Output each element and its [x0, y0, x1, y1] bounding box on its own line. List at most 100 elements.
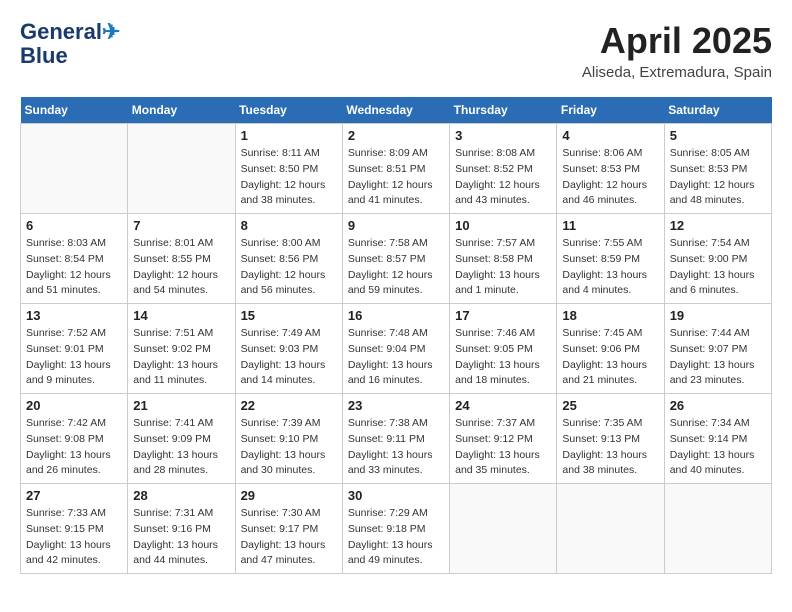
day-info: Sunrise: 7:30 AMSunset: 9:17 PMDaylight:…: [241, 506, 337, 569]
day-info: Sunrise: 7:38 AMSunset: 9:11 PMDaylight:…: [348, 416, 444, 479]
day-info: Sunrise: 7:46 AMSunset: 9:05 PMDaylight:…: [455, 326, 551, 389]
day-info: Sunrise: 8:05 AMSunset: 8:53 PMDaylight:…: [670, 146, 766, 209]
day-cell: 4Sunrise: 8:06 AMSunset: 8:53 PMDaylight…: [557, 124, 664, 214]
day-info: Sunrise: 7:35 AMSunset: 9:13 PMDaylight:…: [562, 416, 658, 479]
day-cell: 8Sunrise: 8:00 AMSunset: 8:56 PMDaylight…: [235, 214, 342, 304]
day-cell: 21 Sunrise: 7:41 AMSunset: 9:09 PMDayligh…: [128, 394, 235, 484]
day-info: Sunrise: 7:41 AMSunset: 9:09 PMDaylight:…: [133, 416, 229, 479]
day-cell: [128, 124, 235, 214]
day-number: 20: [26, 398, 122, 413]
day-cell: [557, 484, 664, 574]
day-cell: 22Sunrise: 7:39 AMSunset: 9:10 PMDayligh…: [235, 394, 342, 484]
day-number: 2: [348, 128, 444, 143]
day-cell: 6 Sunrise: 8:03 AMSunset: 8:54 PMDaylight…: [21, 214, 128, 304]
day-cell: 11Sunrise: 7:55 AMSunset: 8:59 PMDayligh…: [557, 214, 664, 304]
day-number: 11: [562, 218, 658, 233]
day-info: Sunrise: 7:45 AMSunset: 9:06 PMDaylight:…: [562, 326, 658, 389]
day-cell: 10 Sunrise: 7:57 AMSunset: 8:58 PMDayligh…: [450, 214, 557, 304]
day-number: 21: [133, 398, 229, 413]
weekday-header-monday: Monday: [128, 97, 235, 124]
day-info: Sunrise: 8:01 AMSunset: 8:55 PMDaylight:…: [133, 236, 229, 299]
day-cell: [450, 484, 557, 574]
day-cell: 15 Sunrise: 7:49 AMSunset: 9:03 PMDayligh…: [235, 304, 342, 394]
day-cell: 3Sunrise: 8:08 AMSunset: 8:52 PMDaylight…: [450, 124, 557, 214]
day-info: Sunrise: 7:48 AMSunset: 9:04 PMDaylight:…: [348, 326, 444, 389]
day-number: 15: [241, 308, 337, 323]
week-row-3: 20Sunrise: 7:42 AMSunset: 9:08 PMDayligh…: [21, 394, 772, 484]
day-number: 12: [670, 218, 766, 233]
week-row-2: 13 Sunrise: 7:52 AMSunset: 9:01 PMDayligh…: [21, 304, 772, 394]
day-cell: 20Sunrise: 7:42 AMSunset: 9:08 PMDayligh…: [21, 394, 128, 484]
day-number: 25: [562, 398, 658, 413]
day-number: 29: [241, 488, 337, 503]
day-info: Sunrise: 7:39 AMSunset: 9:10 PMDaylight:…: [241, 416, 337, 479]
day-info: Sunrise: 7:29 AMSunset: 9:18 PMDaylight:…: [348, 506, 444, 569]
weekday-header-sunday: Sunday: [21, 97, 128, 124]
weekday-header-thursday: Thursday: [450, 97, 557, 124]
day-info: Sunrise: 8:00 AMSunset: 8:56 PMDaylight:…: [241, 236, 337, 299]
day-cell: [664, 484, 771, 574]
weekday-header-tuesday: Tuesday: [235, 97, 342, 124]
week-row-1: 6 Sunrise: 8:03 AMSunset: 8:54 PMDaylight…: [21, 214, 772, 304]
day-number: 27: [26, 488, 122, 503]
day-info: Sunrise: 7:57 AMSunset: 8:58 PMDaylight:…: [455, 236, 551, 299]
day-info: Sunrise: 7:51 AMSunset: 9:02 PMDaylight:…: [133, 326, 229, 389]
day-info: Sunrise: 7:31 AMSunset: 9:16 PMDaylight:…: [133, 506, 229, 569]
calendar-table: SundayMondayTuesdayWednesdayThursdayFrid…: [20, 97, 772, 574]
day-cell: 16 Sunrise: 7:48 AMSunset: 9:04 PMDayligh…: [342, 304, 449, 394]
week-row-0: 1 Sunrise: 8:11 AMSunset: 8:50 PMDaylight…: [21, 124, 772, 214]
day-number: 13: [26, 308, 122, 323]
month-title: April 2025: [582, 20, 772, 62]
day-cell: 18 Sunrise: 7:45 AMSunset: 9:06 PMDayligh…: [557, 304, 664, 394]
day-info: Sunrise: 7:52 AMSunset: 9:01 PMDaylight:…: [26, 326, 122, 389]
day-info: Sunrise: 8:11 AMSunset: 8:50 PMDaylight:…: [241, 146, 337, 209]
day-info: Sunrise: 8:06 AMSunset: 8:53 PMDaylight:…: [562, 146, 658, 209]
day-number: 5: [670, 128, 766, 143]
day-cell: 9 Sunrise: 7:58 AMSunset: 8:57 PMDaylight…: [342, 214, 449, 304]
day-number: 1: [241, 128, 337, 143]
day-number: 17: [455, 308, 551, 323]
day-cell: 7 Sunrise: 8:01 AMSunset: 8:55 PMDaylight…: [128, 214, 235, 304]
day-number: 7: [133, 218, 229, 233]
day-number: 16: [348, 308, 444, 323]
day-cell: 29 Sunrise: 7:30 AMSunset: 9:17 PMDayligh…: [235, 484, 342, 574]
day-number: 6: [26, 218, 122, 233]
day-cell: 14Sunrise: 7:51 AMSunset: 9:02 PMDayligh…: [128, 304, 235, 394]
week-row-4: 27 Sunrise: 7:33 AMSunset: 9:15 PMDayligh…: [21, 484, 772, 574]
day-cell: 30Sunrise: 7:29 AMSunset: 9:18 PMDayligh…: [342, 484, 449, 574]
day-info: Sunrise: 8:09 AMSunset: 8:51 PMDaylight:…: [348, 146, 444, 209]
weekday-header-wednesday: Wednesday: [342, 97, 449, 124]
day-number: 18: [562, 308, 658, 323]
day-number: 19: [670, 308, 766, 323]
day-number: 24: [455, 398, 551, 413]
location: Aliseda, Extremadura, Spain: [582, 64, 772, 81]
day-info: Sunrise: 7:49 AMSunset: 9:03 PMDaylight:…: [241, 326, 337, 389]
day-number: 10: [455, 218, 551, 233]
weekday-header-saturday: Saturday: [664, 97, 771, 124]
day-cell: 28 Sunrise: 7:31 AMSunset: 9:16 PMDayligh…: [128, 484, 235, 574]
day-info: Sunrise: 7:37 AMSunset: 9:12 PMDaylight:…: [455, 416, 551, 479]
page-header: General✈Blue April 2025 Aliseda, Extrema…: [20, 20, 772, 81]
day-cell: 24 Sunrise: 7:37 AMSunset: 9:12 PMDayligh…: [450, 394, 557, 484]
title-area: April 2025 Aliseda, Extremadura, Spain: [582, 20, 772, 81]
logo-text: General✈Blue: [20, 20, 120, 68]
day-number: 23: [348, 398, 444, 413]
weekday-header-row: SundayMondayTuesdayWednesdayThursdayFrid…: [21, 97, 772, 124]
day-cell: 23 Sunrise: 7:38 AMSunset: 9:11 PMDayligh…: [342, 394, 449, 484]
day-cell: 17 Sunrise: 7:46 AMSunset: 9:05 PMDayligh…: [450, 304, 557, 394]
day-number: 9: [348, 218, 444, 233]
day-info: Sunrise: 7:54 AMSunset: 9:00 PMDaylight:…: [670, 236, 766, 299]
day-number: 28: [133, 488, 229, 503]
day-number: 26: [670, 398, 766, 413]
day-info: Sunrise: 8:03 AMSunset: 8:54 PMDaylight:…: [26, 236, 122, 299]
day-cell: 13 Sunrise: 7:52 AMSunset: 9:01 PMDayligh…: [21, 304, 128, 394]
day-cell: 26Sunrise: 7:34 AMSunset: 9:14 PMDayligh…: [664, 394, 771, 484]
day-cell: 1 Sunrise: 8:11 AMSunset: 8:50 PMDaylight…: [235, 124, 342, 214]
day-cell: 25 Sunrise: 7:35 AMSunset: 9:13 PMDayligh…: [557, 394, 664, 484]
day-info: Sunrise: 7:58 AMSunset: 8:57 PMDaylight:…: [348, 236, 444, 299]
day-cell: 27 Sunrise: 7:33 AMSunset: 9:15 PMDayligh…: [21, 484, 128, 574]
day-cell: 12 Sunrise: 7:54 AMSunset: 9:00 PMDayligh…: [664, 214, 771, 304]
weekday-header-friday: Friday: [557, 97, 664, 124]
day-info: Sunrise: 7:33 AMSunset: 9:15 PMDaylight:…: [26, 506, 122, 569]
day-info: Sunrise: 8:08 AMSunset: 8:52 PMDaylight:…: [455, 146, 551, 209]
